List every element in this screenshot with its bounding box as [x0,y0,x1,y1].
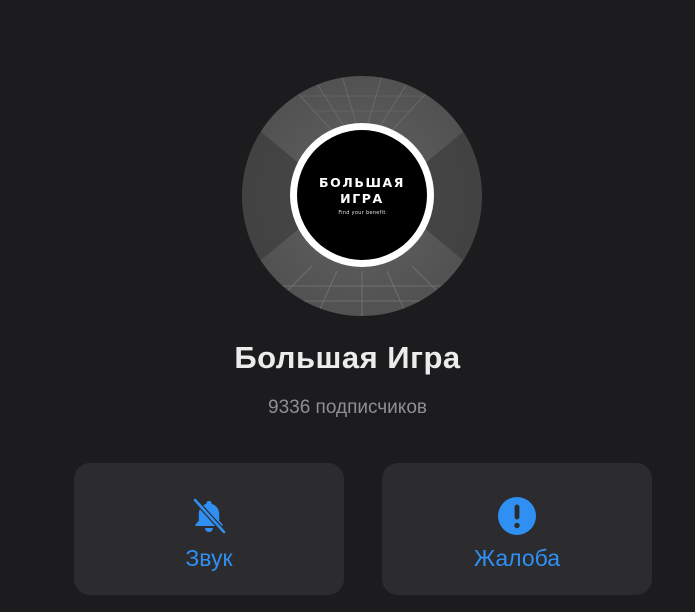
logo-tagline: Find your benefit [338,209,386,216]
bell-slash-icon [189,496,229,536]
logo-text-line1: БОЛЬШАЯ [318,174,405,190]
sound-button[interactable]: Звук [74,463,344,595]
sound-button-label: Звук [185,545,233,571]
channel-logo: БОЛЬШАЯ ИГРА Find your benefit [290,123,434,267]
channel-profile-screen: БОЛЬШАЯ ИГРА Find your benefit Большая И… [0,0,695,612]
channel-avatar: БОЛЬШАЯ ИГРА Find your benefit [242,76,482,316]
exclamation-circle-icon [497,496,537,536]
channel-logo-inner: БОЛЬШАЯ ИГРА Find your benefit [297,130,427,260]
logo-text-line2: ИГРА [340,190,384,206]
report-button-label: Жалоба [473,545,561,571]
channel-title: Большая Игра [234,340,461,375]
report-button[interactable]: Жалоба [382,463,652,595]
subscriber-count: 9336 подписчиков [268,397,427,418]
